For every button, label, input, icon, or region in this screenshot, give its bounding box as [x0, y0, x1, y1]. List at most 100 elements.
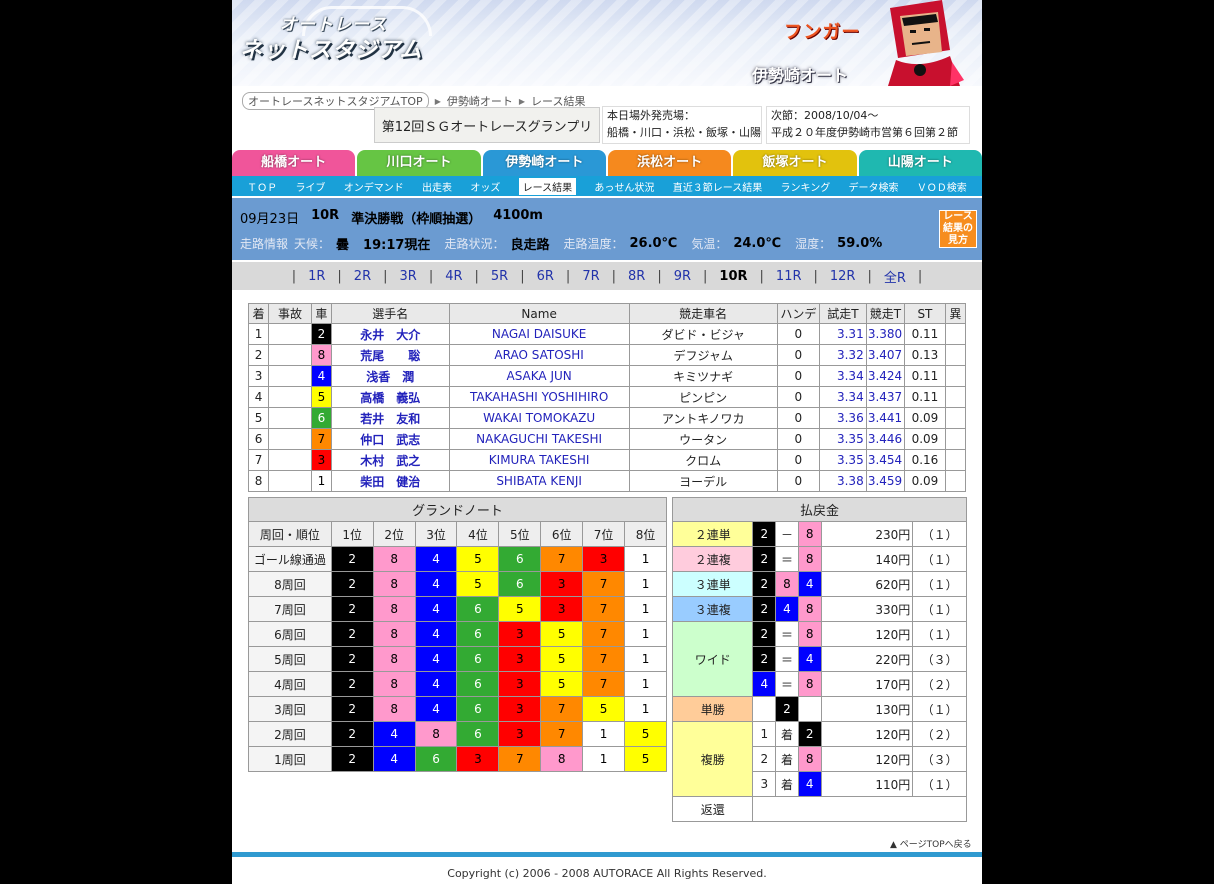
- lap-car: 4: [414, 621, 458, 647]
- trial-time-link[interactable]: 3.38: [819, 470, 867, 492]
- venue-tab-4[interactable]: 飯塚オート: [733, 150, 857, 176]
- payout-amount: 120円: [820, 746, 914, 772]
- subnav-item-2[interactable]: オンデマンド: [344, 179, 404, 194]
- payout-cell-b: 8: [797, 521, 822, 547]
- race-link-4R[interactable]: 4R: [445, 269, 462, 284]
- race-time-link[interactable]: 3.446: [865, 428, 906, 450]
- subnav-item-3[interactable]: 出走表: [422, 179, 452, 194]
- results-header: ST: [904, 303, 946, 324]
- rider-name-link[interactable]: 高橋 義弘: [331, 386, 450, 408]
- payout-cell-b: 4: [797, 771, 822, 797]
- venue-tab-1[interactable]: 川口オート: [357, 150, 481, 176]
- race-link-9R[interactable]: 9R: [674, 269, 691, 284]
- rider-name-link[interactable]: 仲口 武志: [331, 428, 450, 450]
- lap-car: 8: [414, 721, 458, 747]
- subnav-item-0[interactable]: ＴＯＰ: [247, 179, 277, 194]
- results-header: 選手名: [331, 303, 450, 324]
- rider-romaji-link[interactable]: NAKAGUCHI TAKESHI: [448, 428, 630, 450]
- bike-name: キミツナギ: [628, 365, 778, 387]
- results-guide-button[interactable]: レース結果の見方: [939, 210, 977, 248]
- rider-name-link[interactable]: 浅香 潤: [331, 365, 450, 387]
- anomaly: [944, 386, 967, 408]
- subnav-item-8[interactable]: ランキング: [781, 179, 831, 194]
- lap-car: 3: [498, 696, 542, 722]
- rider-romaji-link[interactable]: TAKAHASHI YOSHIHIRO: [448, 386, 630, 408]
- popularity: （３）: [912, 646, 967, 672]
- trial-time-link[interactable]: 3.35: [819, 428, 867, 450]
- table-row: 3周回 2 8 4 6 3 7 5 1: [248, 696, 667, 722]
- rider-romaji-link[interactable]: SHIBATA KENJI: [448, 470, 630, 492]
- race-link-10R[interactable]: 10R: [719, 269, 747, 284]
- nav-separator: |: [383, 268, 388, 284]
- rider-name-link[interactable]: 木村 武之: [331, 449, 450, 471]
- lap-car: 1: [582, 721, 626, 747]
- table-row: ３連単 2 8 4 620円 （１）: [671, 571, 967, 597]
- race-time-link[interactable]: 3.459: [865, 470, 906, 492]
- rider-name-link[interactable]: 荒尾 聡: [331, 344, 450, 366]
- rider-romaji-link[interactable]: NAGAI DAISUKE: [448, 323, 630, 345]
- race-link-12R[interactable]: 12R: [830, 269, 856, 284]
- bet-type: ３連単: [671, 571, 754, 597]
- venue-tab-5[interactable]: 山陽オート: [858, 150, 982, 176]
- lap-car: 8: [372, 621, 416, 647]
- payout-cell-a: 2: [752, 571, 777, 597]
- subnav-item-10[interactable]: ＶＯＤ検索: [917, 179, 967, 194]
- rider-romaji-link[interactable]: ASAKA JUN: [448, 365, 630, 387]
- race-time-link[interactable]: 3.380: [865, 323, 906, 345]
- race-time-link[interactable]: 3.441: [865, 407, 906, 429]
- results-header: Name: [448, 303, 630, 324]
- subnav-item-5[interactable]: レース結果: [518, 177, 577, 195]
- subnav-item-1[interactable]: ライブ: [295, 179, 325, 194]
- payout-amount: 120円: [820, 621, 914, 647]
- subnav-item-9[interactable]: データ検索: [849, 179, 899, 194]
- rider-name-link[interactable]: 永井 大介: [331, 323, 450, 345]
- page-top-label: ページTOPへ戻る: [899, 840, 972, 850]
- rider-romaji-link[interactable]: WAKAI TOMOKAZU: [448, 407, 630, 429]
- race-time-link[interactable]: 3.437: [865, 386, 906, 408]
- start-timing: 0.11: [904, 323, 946, 345]
- subnav-item-4[interactable]: オッズ: [470, 179, 500, 194]
- lap-car: 7: [582, 646, 626, 672]
- anomaly: [944, 344, 967, 366]
- race-link-3R[interactable]: 3R: [400, 269, 417, 284]
- lap-car: 8: [540, 746, 584, 772]
- subnav-item-6[interactable]: あっせん状況: [594, 179, 654, 194]
- race-link-全R[interactable]: 全R: [884, 267, 906, 286]
- rider-name-link[interactable]: 若井 友和: [331, 407, 450, 429]
- race-link-6R[interactable]: 6R: [537, 269, 554, 284]
- venue-tab-2[interactable]: 伊勢崎オート: [482, 150, 606, 176]
- trial-time-link[interactable]: 3.36: [819, 407, 867, 429]
- race-link-7R[interactable]: 7R: [582, 269, 599, 284]
- lap-car: 4: [414, 696, 458, 722]
- accident: [268, 470, 312, 492]
- table-row: ２連複 2 ＝ 8 140円 （１）: [671, 546, 967, 572]
- race-time-link[interactable]: 3.454: [865, 449, 906, 471]
- race-link-5R[interactable]: 5R: [491, 269, 508, 284]
- trial-time-link[interactable]: 3.32: [819, 344, 867, 366]
- race-time-link[interactable]: 3.407: [865, 344, 906, 366]
- subnav-item-7[interactable]: 直近３節レース結果: [673, 179, 763, 194]
- start-timing: 0.11: [904, 386, 946, 408]
- race-time-link[interactable]: 3.424: [865, 365, 906, 387]
- venue-tab-3[interactable]: 浜松オート: [607, 150, 732, 176]
- lap-label: 3周回: [248, 696, 332, 722]
- trial-time-link[interactable]: 3.34: [819, 365, 867, 387]
- rider-name-link[interactable]: 柴田 健治: [331, 470, 450, 492]
- race-link-11R[interactable]: 11R: [776, 269, 802, 284]
- lap-car: 4: [372, 746, 416, 772]
- race-link-1R[interactable]: 1R: [308, 269, 325, 284]
- venue-tab-0[interactable]: 船橋オート: [232, 150, 356, 176]
- rider-romaji-link[interactable]: KIMURA TAKESHI: [448, 449, 630, 471]
- trial-time-link[interactable]: 3.31: [819, 323, 867, 345]
- race-link-8R[interactable]: 8R: [628, 269, 645, 284]
- trial-time-link[interactable]: 3.34: [819, 386, 867, 408]
- race-link-2R[interactable]: 2R: [354, 269, 371, 284]
- payout-title: 払戻金: [672, 497, 967, 522]
- rider-romaji-link[interactable]: ARAO SATOSHI: [448, 344, 630, 366]
- handicap: 0: [776, 428, 821, 450]
- handicap: 0: [776, 344, 821, 366]
- site-logo[interactable]: オートレース ネットスタジアム: [240, 6, 450, 64]
- page-top-link[interactable]: ▲ ページTOPへ戻る: [890, 837, 972, 850]
- venue-title: 伊勢崎オート: [752, 66, 849, 85]
- trial-time-link[interactable]: 3.35: [819, 449, 867, 471]
